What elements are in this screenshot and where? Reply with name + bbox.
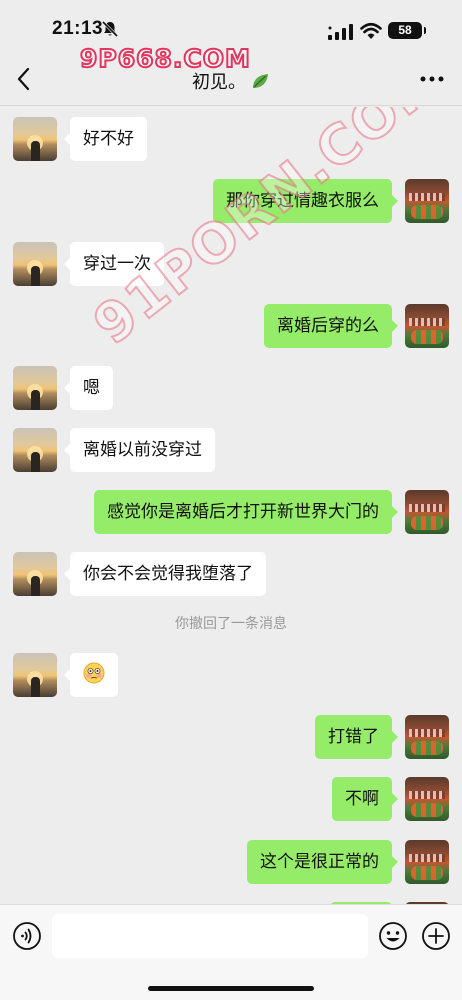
user-avatar[interactable] xyxy=(405,179,449,223)
emoji-picker-icon[interactable] xyxy=(378,921,408,951)
cellular-signal-icon xyxy=(328,24,353,40)
incoming-message-bubble[interactable]: 穿过一次 xyxy=(64,242,164,286)
chat-title-text: 初见。 xyxy=(192,72,246,93)
leaf-emoji-icon xyxy=(253,74,268,88)
input-bar xyxy=(0,904,462,1000)
user-avatar[interactable] xyxy=(405,840,449,884)
outgoing-message-bubble[interactable]: 这个是很正常的 xyxy=(247,840,398,884)
watermark-top: 9P668.COM xyxy=(79,43,251,74)
outgoing-message-bubble[interactable]: 感觉你是离婚后才打开新世界大门的 xyxy=(94,490,398,534)
message-row: 离婚后穿的么 xyxy=(0,304,462,348)
message-row: 嗯 xyxy=(0,366,462,410)
user-avatar[interactable] xyxy=(405,777,449,821)
incoming-emoji-bubble[interactable] xyxy=(64,653,118,697)
message-row: 那你穿过情趣衣服么 xyxy=(0,179,462,223)
wifi-icon xyxy=(360,22,382,39)
incoming-message-bubble[interactable]: 好不好 xyxy=(64,117,147,161)
contact-avatar[interactable] xyxy=(13,242,57,286)
message-row: 打错了 xyxy=(0,715,462,759)
home-indicator xyxy=(148,986,314,991)
message-row: 感觉你是离婚后才打开新世界大门的 xyxy=(0,490,462,534)
contact-avatar[interactable] xyxy=(13,428,57,472)
more-options-icon[interactable] xyxy=(420,76,444,82)
incoming-message-bubble[interactable]: 你会不会觉得我堕落了 xyxy=(64,552,266,596)
voice-input-icon[interactable] xyxy=(12,921,42,951)
outgoing-message-bubble[interactable]: 那你穿过情趣衣服么 xyxy=(213,179,398,223)
user-avatar[interactable] xyxy=(405,304,449,348)
message-row: 离婚以前没穿过 xyxy=(0,428,462,472)
plus-menu-icon[interactable] xyxy=(421,921,451,951)
outgoing-message-bubble[interactable]: 离婚后穿的么 xyxy=(264,304,398,348)
system-notice: 你撤回了一条消息 xyxy=(175,616,287,632)
outgoing-message-bubble[interactable]: 打错了 xyxy=(315,715,398,759)
battery-indicator: 58 xyxy=(388,22,426,39)
message-row: 这个是很正常的 xyxy=(0,840,462,884)
contact-avatar[interactable] xyxy=(13,552,57,596)
bell-muted-icon xyxy=(101,20,119,38)
status-time: 21:13 xyxy=(52,18,104,39)
contact-avatar[interactable] xyxy=(13,366,57,410)
user-avatar[interactable] xyxy=(405,490,449,534)
flushed-face-emoji-icon xyxy=(83,662,105,684)
incoming-message-bubble[interactable]: 嗯 xyxy=(64,366,113,410)
chat-area[interactable]: 好不好 那你穿过情趣衣服么 穿过一次 离婚后穿的么 嗯 离婚以前没穿过 感觉你是… xyxy=(0,107,462,904)
message-row: 穿过一次 xyxy=(0,242,462,286)
outgoing-message-bubble[interactable]: 不啊 xyxy=(332,777,398,821)
message-row xyxy=(0,653,462,697)
contact-avatar[interactable] xyxy=(13,117,57,161)
message-row: 你会不会觉得我堕落了 xyxy=(0,552,462,596)
incoming-message-bubble[interactable]: 离婚以前没穿过 xyxy=(64,428,215,472)
message-input[interactable] xyxy=(52,914,368,958)
message-row: 好不好 xyxy=(0,117,462,161)
message-row: 不啊 xyxy=(0,777,462,821)
contact-avatar[interactable] xyxy=(13,653,57,697)
user-avatar[interactable] xyxy=(405,715,449,759)
